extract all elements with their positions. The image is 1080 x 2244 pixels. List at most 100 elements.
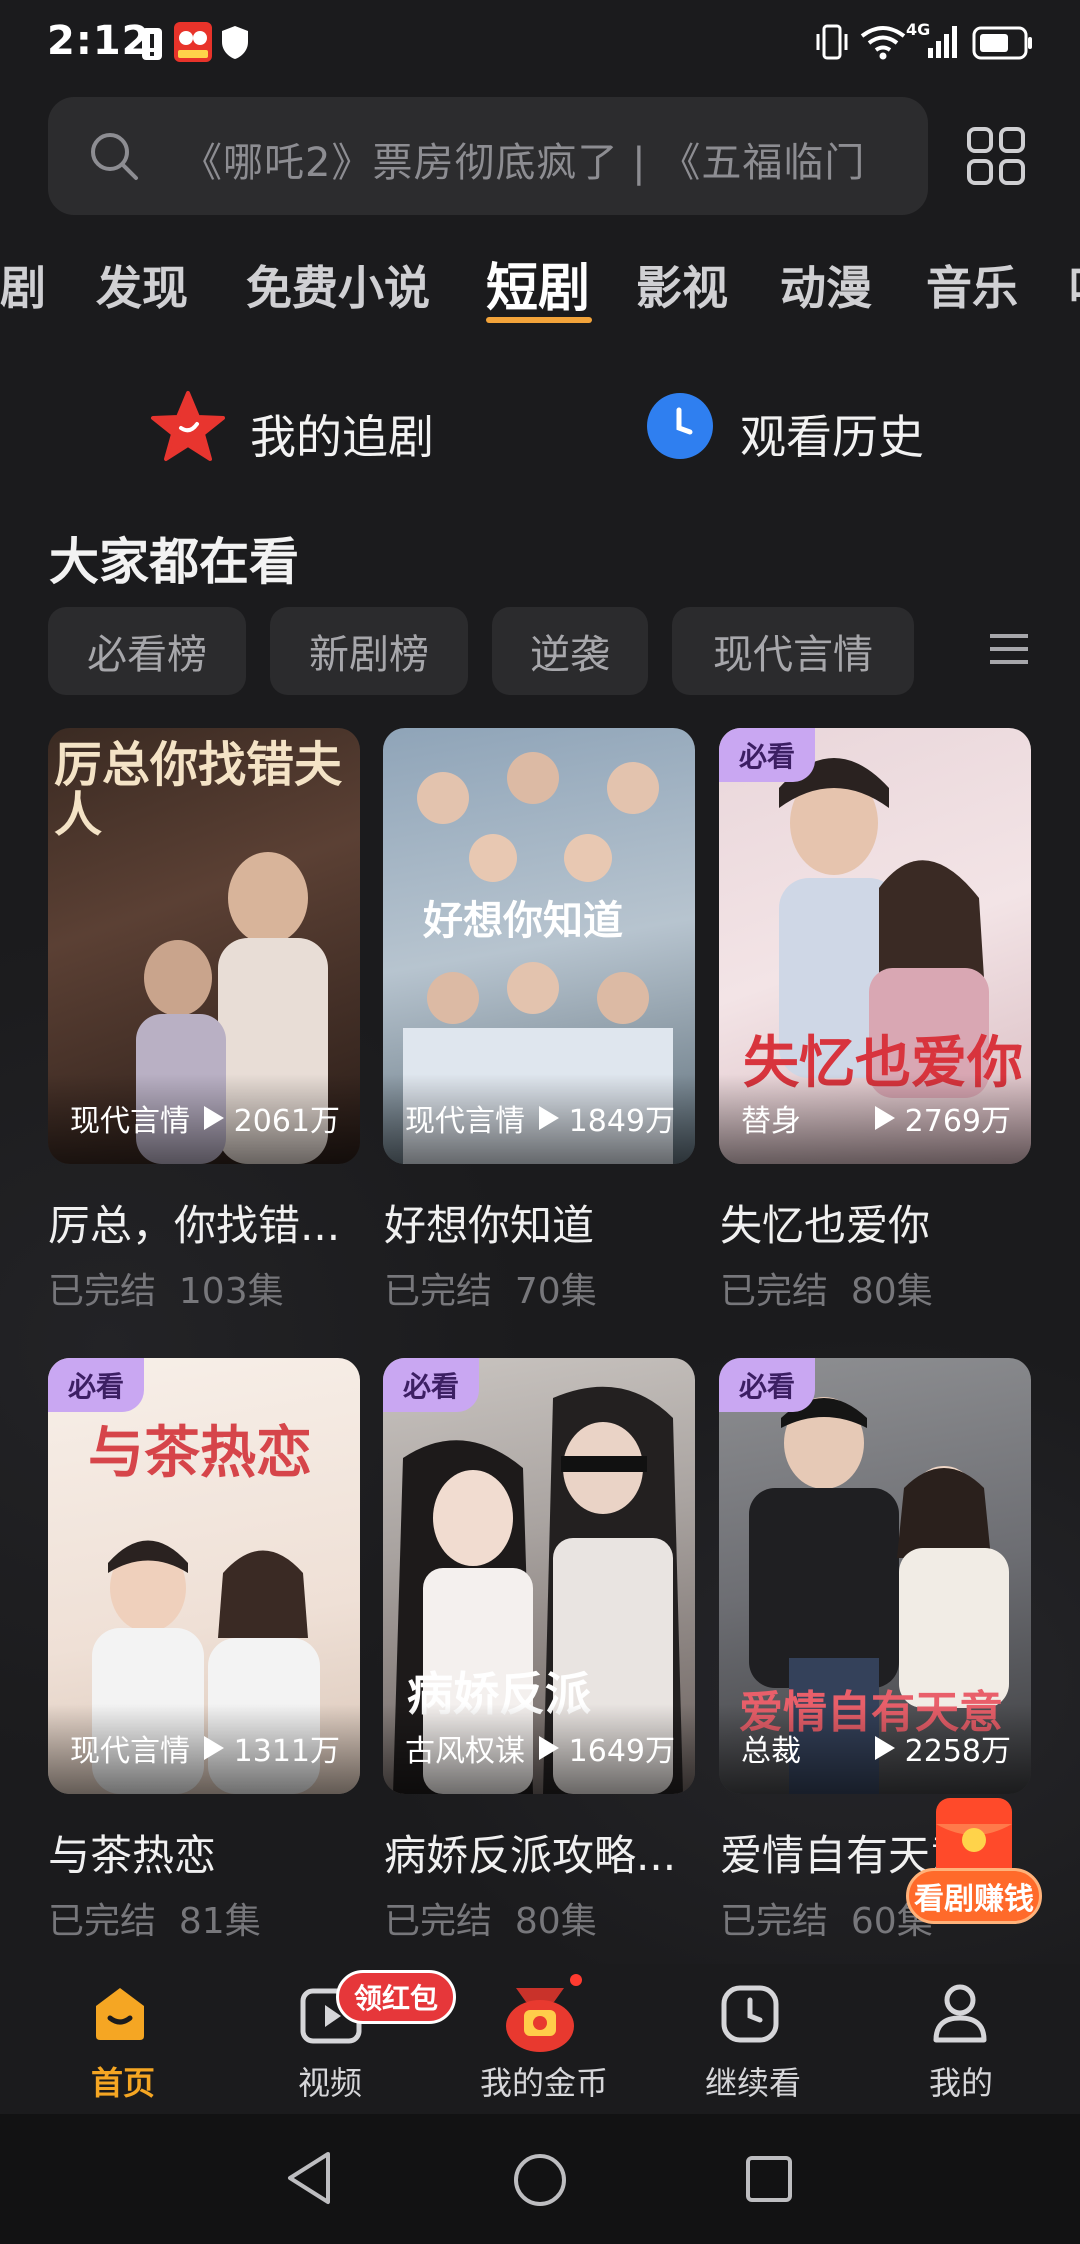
drama-status: 已完结 80集 xyxy=(720,1262,933,1314)
home-icon[interactable] xyxy=(90,1984,150,2044)
coin-bag-icon[interactable] xyxy=(500,1976,580,2054)
battery-icon xyxy=(972,26,1032,60)
tab-discover[interactable]: 发现 xyxy=(96,252,188,318)
star-icon[interactable] xyxy=(150,390,226,462)
wifi-icon xyxy=(860,26,906,60)
genre-tag: 现代言情 xyxy=(405,1104,525,1139)
play-count-value: 2061万 xyxy=(233,1104,340,1139)
drama-status-text: 已完结 xyxy=(720,1271,829,1312)
play-icon xyxy=(874,1106,895,1130)
drama-status-text: 已完结 xyxy=(384,1901,493,1942)
drama-episodes: 80集 xyxy=(850,1271,933,1312)
tab-overflow-partial[interactable]: 叫 xyxy=(1068,252,1080,318)
play-count: 1849万 xyxy=(538,1096,675,1140)
play-icon xyxy=(203,1736,224,1760)
play-count: 2061万 xyxy=(203,1096,340,1140)
drama-status-text: 已完结 xyxy=(48,1271,157,1312)
must-watch-badge: 必看 xyxy=(719,1358,815,1412)
poster-title-art: 好想你知道 xyxy=(423,897,623,944)
grid-menu-icon[interactable] xyxy=(966,126,1026,186)
play-icon xyxy=(538,1736,559,1760)
tab-music[interactable]: 音乐 xyxy=(926,252,1018,318)
drama-status: 已完结 60集 xyxy=(720,1892,933,1944)
drama-status: 已完结 70集 xyxy=(384,1262,597,1314)
drama-title[interactable]: 病娇反派攻略... xyxy=(384,1822,704,1883)
app-notification-icon xyxy=(174,22,212,62)
home-button-icon[interactable] xyxy=(512,2152,568,2208)
play-count-value: 2769万 xyxy=(904,1104,1011,1139)
drama-episodes: 70集 xyxy=(514,1271,597,1312)
section-title: 大家都在看 xyxy=(49,533,299,591)
drama-episodes: 81集 xyxy=(178,1901,261,1942)
drama-card-poster[interactable]: 好想你知道 现代言情 1849万 xyxy=(383,728,695,1164)
must-watch-badge: 必看 xyxy=(383,1358,479,1412)
play-count: 2769万 xyxy=(874,1096,1011,1140)
genre-tag: 总裁 xyxy=(741,1734,801,1769)
vibrate-icon xyxy=(816,24,848,60)
battery-alert-icon xyxy=(142,28,162,60)
history-clock-icon[interactable] xyxy=(720,1984,780,2044)
clock-icon[interactable] xyxy=(646,392,714,460)
drama-card-poster[interactable]: 爱情自有天意 必看 总裁 2258万 xyxy=(719,1358,1031,1794)
play-count: 2258万 xyxy=(874,1726,1011,1770)
tab-free-novels[interactable]: 免费小说 xyxy=(246,252,430,318)
poster-title-art: 厉总你找错夫人 xyxy=(54,737,343,843)
play-count-value: 1649万 xyxy=(568,1734,675,1769)
chip-comeback[interactable]: 逆袭 xyxy=(492,607,648,695)
drama-title[interactable]: 厉总，你找错... xyxy=(48,1192,368,1253)
watch-history-link[interactable]: 观看历史 xyxy=(740,401,924,467)
drama-title[interactable]: 失忆也爱你 xyxy=(720,1192,1040,1253)
signal-icon xyxy=(928,26,957,58)
my-follow-link[interactable]: 我的追剧 xyxy=(250,401,434,467)
drama-card-poster[interactable]: 失忆也爱你 必看 替身 2769万 xyxy=(719,728,1031,1164)
play-count-value: 1311万 xyxy=(233,1734,340,1769)
search-icon xyxy=(91,133,138,180)
back-icon[interactable] xyxy=(284,2150,336,2206)
chip-modern-romance[interactable]: 现代言情 xyxy=(672,607,914,695)
watch-earn-button[interactable]: 看剧赚钱 xyxy=(906,1868,1042,1924)
drama-status: 已完结 80集 xyxy=(384,1892,597,1944)
genre-tag: 现代言情 xyxy=(70,1734,190,1769)
nav-continue-label[interactable]: 继续看 xyxy=(705,2058,801,2104)
drama-title[interactable]: 好想你知道 xyxy=(384,1192,704,1253)
drama-status: 已完结 81集 xyxy=(48,1892,261,1944)
nav-me-label[interactable]: 我的 xyxy=(929,2058,993,2104)
chip-must-watch[interactable]: 必看榜 xyxy=(48,607,246,695)
play-count-value: 2258万 xyxy=(904,1734,1011,1769)
red-packet-badge[interactable]: 领红包 xyxy=(336,1970,456,2024)
drama-title[interactable]: 与茶热恋 xyxy=(48,1822,368,1883)
nav-video-label[interactable]: 视频 xyxy=(298,2058,362,2104)
genre-tag: 现代言情 xyxy=(70,1104,190,1139)
nav-coins-label[interactable]: 我的金币 xyxy=(480,2058,608,2104)
list-menu-icon[interactable] xyxy=(990,630,1028,668)
nav-home-label[interactable]: 首页 xyxy=(91,2058,155,2104)
drama-episodes: 103集 xyxy=(178,1271,284,1312)
drama-status-text: 已完结 xyxy=(48,1901,157,1942)
must-watch-badge: 必看 xyxy=(48,1358,144,1412)
profile-icon[interactable] xyxy=(930,1982,990,2044)
notification-dot xyxy=(570,1974,582,1986)
genre-tag: 替身 xyxy=(741,1104,801,1139)
drama-card-poster[interactable]: 厉总你找错夫人 现代言情 2061万 xyxy=(48,728,360,1164)
drama-status-text: 已完结 xyxy=(384,1271,493,1312)
drama-card-poster[interactable]: 病娇反派 必看 古风权谋 1649万 xyxy=(383,1358,695,1794)
chip-new-drama[interactable]: 新剧榜 xyxy=(270,607,468,695)
tab-anime[interactable]: 动漫 xyxy=(780,252,872,318)
tab-film-tv[interactable]: 影视 xyxy=(636,252,728,318)
drama-episodes: 80集 xyxy=(514,1901,597,1942)
tab-short-drama[interactable]: 短剧 xyxy=(486,246,590,321)
active-tab-indicator xyxy=(486,317,592,323)
genre-tag: 古风权谋 xyxy=(405,1734,525,1769)
play-count: 1649万 xyxy=(538,1726,675,1770)
recents-icon[interactable] xyxy=(744,2154,794,2204)
must-watch-badge: 必看 xyxy=(719,728,815,782)
tab-drama-partial[interactable]: 剧 xyxy=(0,252,46,318)
drama-card-poster[interactable]: 与茶热恋 必看 现代言情 1311万 xyxy=(48,1358,360,1794)
status-time: 2:12 xyxy=(47,18,151,64)
search-placeholder[interactable]: 《哪吒2》票房彻底疯了 | 《五福临门 xyxy=(182,130,902,188)
poster-title-art: 与茶热恋 xyxy=(88,1420,312,1486)
play-count-value: 1849万 xyxy=(568,1104,675,1139)
play-count: 1311万 xyxy=(203,1726,340,1770)
play-icon xyxy=(874,1736,895,1760)
play-icon xyxy=(203,1106,224,1130)
